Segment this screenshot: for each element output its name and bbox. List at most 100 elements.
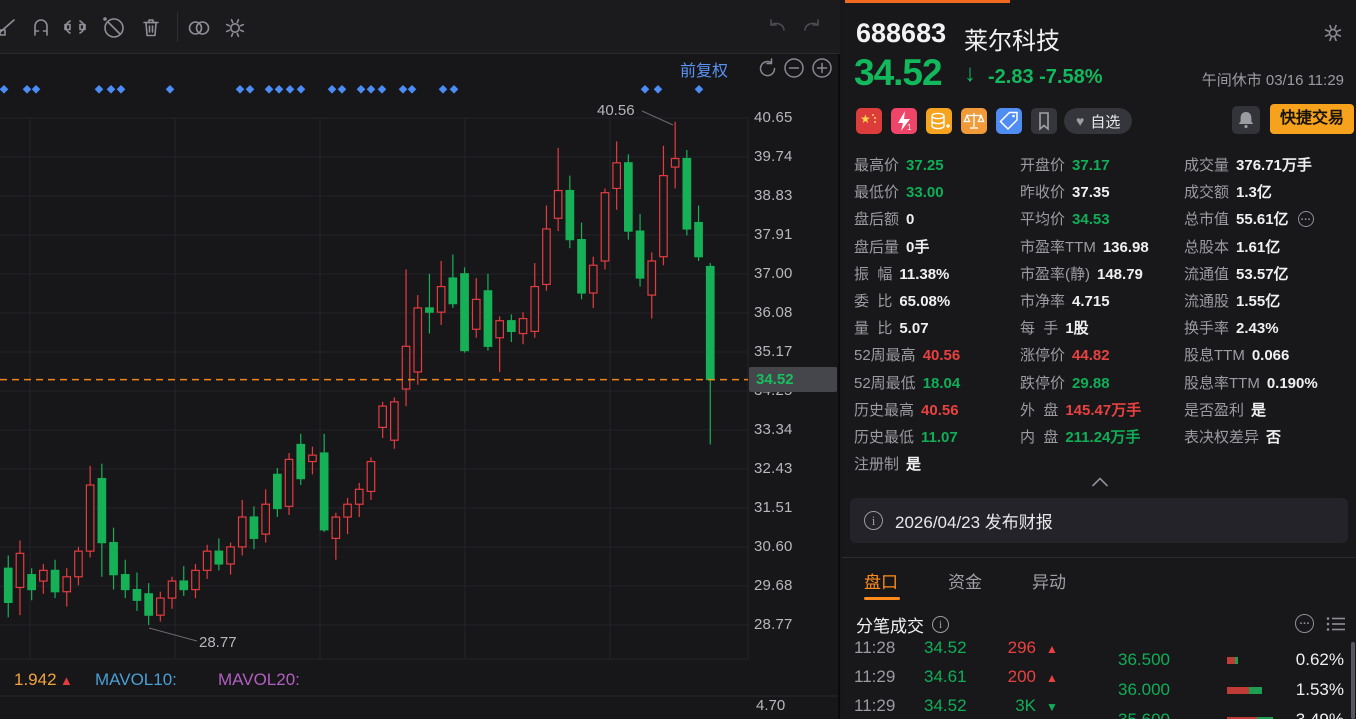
event-marker-diamond[interactable] [286, 85, 295, 94]
event-marker-diamond[interactable] [357, 85, 366, 94]
scale-badge-icon[interactable] [961, 108, 987, 134]
trade-time[interactable]: 11:28 [854, 638, 895, 658]
event-marker-diamond[interactable] [23, 85, 32, 94]
hide-drawings-icon[interactable] [100, 14, 126, 40]
stat-label: 涨停价 [1020, 342, 1065, 369]
event-marker-diamond[interactable] [695, 85, 704, 94]
svg-text:1: 1 [907, 123, 912, 132]
event-marker-diamond[interactable] [439, 85, 448, 94]
stat-item: 涨停价 44.82 [1020, 342, 1110, 369]
add-watchlist-button[interactable]: ♥ 自选 [1064, 108, 1132, 134]
panel-settings-gear-icon[interactable] [1322, 22, 1344, 44]
event-marker-diamond[interactable] [265, 85, 274, 94]
stat-label: 市净率 [1020, 288, 1065, 315]
candle-body [671, 159, 679, 168]
alert-bell-icon[interactable] [1232, 106, 1260, 134]
candle-body [578, 240, 586, 293]
event-marker-diamond[interactable] [408, 85, 417, 94]
stat-label: 股息率TTM [1184, 370, 1260, 397]
trade-price[interactable]: 34.52 [924, 638, 967, 658]
event-marker-diamond[interactable] [0, 85, 8, 94]
event-marker-diamond[interactable] [328, 85, 337, 94]
announcement-text: 2026/04/23 发布财报 [895, 508, 1053, 533]
event-marker-diamond[interactable] [236, 85, 245, 94]
candle-body [660, 176, 668, 257]
chart-settings-gear-icon[interactable] [222, 14, 248, 40]
candle-body [683, 159, 691, 229]
trade-direction-arrow: ▲ [1046, 642, 1058, 656]
stat-item: 流通值53.57亿 [1184, 261, 1289, 288]
bookmark-badge-icon[interactable] [1031, 108, 1057, 134]
undo-icon[interactable] [764, 14, 790, 40]
chart-panel: 前复权 40.5628.77 40.6539.7438.8337.9137.00… [0, 0, 840, 719]
current-price-tag: 34.52 [749, 367, 837, 392]
event-marker-diamond[interactable] [297, 85, 306, 94]
overlap-compare-icon[interactable] [186, 14, 212, 40]
event-marker-diamond[interactable] [378, 85, 387, 94]
stat-value: 136.98 [1103, 234, 1149, 261]
event-marker-diamond[interactable] [338, 85, 347, 94]
stat-value: 11.07 [921, 424, 958, 451]
event-marker-diamond[interactable] [117, 85, 126, 94]
cn-market-flag-icon[interactable]: ★ [856, 108, 882, 134]
trade-volume[interactable]: 200 [972, 667, 1036, 687]
candle-body [133, 590, 141, 601]
event-marker-diamond[interactable] [32, 85, 41, 94]
tab-zijin[interactable]: 资金 [948, 568, 982, 593]
more-options-icon[interactable]: … [1295, 614, 1314, 633]
event-marker-diamond[interactable] [450, 85, 459, 94]
candle-body [51, 570, 59, 591]
stat-label: 换手率 [1184, 315, 1229, 342]
event-marker-diamond[interactable] [367, 85, 376, 94]
event-marker-diamond[interactable] [399, 85, 408, 94]
quick-trade-button[interactable]: 快捷交易 [1270, 104, 1354, 134]
candle-body [122, 575, 130, 590]
more-info-icon[interactable]: … [1298, 211, 1314, 227]
trade-time[interactable]: 11:29 [854, 667, 895, 687]
earnings-announcement-card[interactable]: i 2026/04/23 发布财报 [850, 498, 1348, 543]
delete-drawings-icon[interactable] [138, 14, 164, 40]
info-icon[interactable]: i [932, 616, 949, 633]
trade-price[interactable]: 34.52 [924, 696, 967, 716]
list-view-icon[interactable] [1326, 616, 1346, 632]
candle-body [695, 223, 703, 257]
dist-price[interactable]: 36.500 [1118, 650, 1170, 670]
stat-item: 最低价33.00 [854, 179, 944, 206]
trendline-tool-icon[interactable] [0, 14, 18, 40]
stat-item: 注册制是 [854, 451, 921, 478]
coins-badge-icon[interactable] [926, 108, 952, 134]
tag-badge-icon[interactable] [996, 108, 1022, 134]
event-marker-diamond[interactable] [246, 85, 255, 94]
scrollbar-thumb[interactable] [1351, 642, 1355, 719]
redo-icon[interactable] [799, 14, 825, 40]
trade-volume[interactable]: 3K [972, 696, 1036, 716]
continuous-draw-icon[interactable] [62, 14, 88, 40]
stat-label: 盘后量 [854, 234, 899, 261]
bottom-tab-bar: 盘口 资金 异动 [842, 557, 1356, 599]
stat-label: 每 手 [1020, 315, 1058, 342]
stat-item: 振 幅11.38% [854, 261, 949, 288]
dist-price[interactable]: 36.000 [1118, 680, 1170, 700]
trade-volume[interactable]: 296 [972, 638, 1036, 658]
magnet-icon[interactable] [28, 14, 54, 40]
event-marker-diamond[interactable] [107, 85, 116, 94]
trade-time[interactable]: 11:29 [854, 696, 895, 716]
collapse-chevron-icon[interactable] [1092, 474, 1108, 484]
lightning-badge-icon[interactable]: 1 [891, 108, 917, 134]
candle-body [356, 489, 364, 504]
tab-pankou[interactable]: 盘口 [864, 568, 898, 593]
event-marker-diamond[interactable] [641, 85, 650, 94]
current-price: 34.52 [854, 52, 942, 94]
candle-body [613, 163, 621, 189]
event-marker-diamond[interactable] [95, 85, 104, 94]
dist-price[interactable]: 35.600 [1118, 710, 1170, 719]
stat-value: 44.82 [1072, 342, 1110, 369]
candle-body [110, 543, 118, 575]
candlestick-chart[interactable]: 40.5628.77 [0, 55, 840, 719]
event-marker-diamond[interactable] [166, 85, 175, 94]
event-marker-diamond[interactable] [275, 85, 284, 94]
tab-yidong[interactable]: 异动 [1032, 568, 1066, 593]
trade-price[interactable]: 34.61 [924, 667, 967, 687]
event-marker-diamond[interactable] [654, 85, 663, 94]
stat-value: 29.88 [1072, 370, 1110, 397]
